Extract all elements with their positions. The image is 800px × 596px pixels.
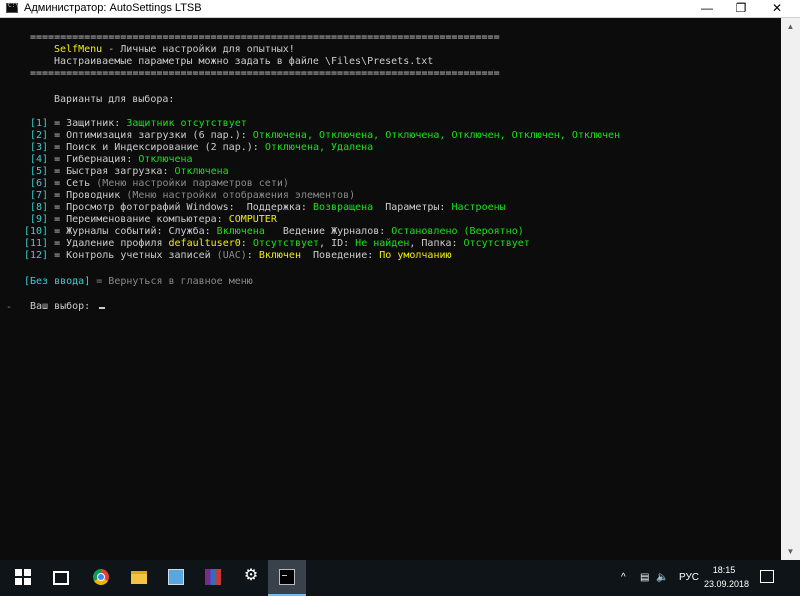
action-center-icon[interactable] <box>760 570 774 583</box>
close-button[interactable]: ✕ <box>760 0 794 18</box>
taskbar: ⚙ ^ ▤ 🔈 РУС 18:15 23.09.2018 <box>0 560 800 596</box>
language-indicator[interactable]: РУС <box>679 560 699 596</box>
choice-prompt[interactable]: Ваш выбор: <box>30 301 106 313</box>
clock-time: 18:15 <box>712 565 736 575</box>
window-title: Администратор: AutoSettings LTSB <box>24 2 202 14</box>
control-panel-icon <box>168 569 184 585</box>
file-explorer-icon <box>131 571 147 584</box>
control-panel-taskbar-button[interactable] <box>157 560 195 596</box>
winrar-icon <box>205 569 221 585</box>
maximize-icon: ❐ <box>735 1 747 15</box>
menu-item-1: [1] = Защитник: Защитник отсутствует <box>30 118 247 129</box>
tray-overflow-chevron-icon[interactable]: ^ <box>621 560 626 596</box>
cmd-app-icon <box>6 2 19 13</box>
menu-item-10: [10] = Журналы событий: Служба: Включена… <box>24 226 524 237</box>
menu-item-11: [11] = Удаление профиля defaultuser0: От… <box>24 238 530 249</box>
task-view-icon <box>53 571 69 585</box>
minimize-icon: — <box>701 1 713 15</box>
start-button[interactable] <box>4 560 42 596</box>
title-bar: Администратор: AutoSettings LTSB — ❐ ✕ <box>0 0 800 18</box>
close-icon: ✕ <box>771 1 783 15</box>
clock-date: 23.09.2018 <box>704 579 750 589</box>
selfmenu-name: SelfMenu <box>54 44 103 55</box>
winrar-taskbar-button[interactable] <box>194 560 232 596</box>
text-cursor <box>99 307 106 309</box>
maximize-button[interactable]: ❐ <box>724 0 758 18</box>
clock[interactable]: 18:15 23.09.2018 <box>704 563 750 591</box>
chrome-taskbar-button[interactable] <box>82 560 120 596</box>
scroll-down-arrow-icon[interactable]: ▼ <box>781 543 800 560</box>
choose-heading: Варианты для выбора: <box>54 94 175 105</box>
menu-item-8: [8] = Просмотр фотографий Windows: Подде… <box>30 202 506 213</box>
separator-top: ========================================… <box>30 32 500 43</box>
menu-item-2: [2] = Оптимизация загрузки (6 пар.): Отк… <box>30 130 621 141</box>
vertical-scrollbar[interactable]: ▲ ▼ <box>781 18 800 560</box>
console-output[interactable]: ========================================… <box>0 18 781 560</box>
network-icon[interactable]: ▤ <box>640 560 649 596</box>
task-view-button[interactable] <box>42 560 80 596</box>
menu-item-7: [7] = Проводник (Меню настройки отображе… <box>30 190 356 201</box>
menu-item-9: [9] = Переименование компьютера: COMPUTE… <box>30 214 277 225</box>
scroll-up-arrow-icon[interactable]: ▲ <box>781 18 800 35</box>
menu-item-6: [6] = Сеть (Меню настройки параметров се… <box>30 178 289 189</box>
prompt-dash: - <box>6 302 13 313</box>
separator-bottom: ========================================… <box>30 68 500 79</box>
header-line-1: SelfMenu - Личные настройки для опытных! <box>54 44 295 55</box>
menu-item-5: [5] = Быстрая загрузка: Отключена <box>30 166 229 177</box>
chrome-icon <box>93 569 109 585</box>
settings-taskbar-button[interactable]: ⚙ <box>231 560 269 596</box>
command-prompt-icon <box>279 569 295 585</box>
menu-item-3: [3] = Поиск и Индексирование (2 пар.): О… <box>30 142 374 153</box>
no-input-hint: [Без ввода] = Вернуться в главное меню <box>24 276 253 287</box>
explorer-taskbar-button[interactable] <box>120 560 158 596</box>
header-line-2: Настраиваемые параметры можно задать в ф… <box>54 56 434 67</box>
minimize-button[interactable]: — <box>690 0 724 18</box>
menu-item-12: [12] = Контроль учетных записей (UAC): В… <box>24 250 452 261</box>
settings-gear-icon: ⚙ <box>243 567 259 584</box>
menu-item-4: [4] = Гибернация: Отключена <box>30 154 193 165</box>
cmd-taskbar-button[interactable] <box>268 560 306 596</box>
volume-icon[interactable]: 🔈 <box>656 560 668 596</box>
windows-start-icon <box>15 569 31 585</box>
